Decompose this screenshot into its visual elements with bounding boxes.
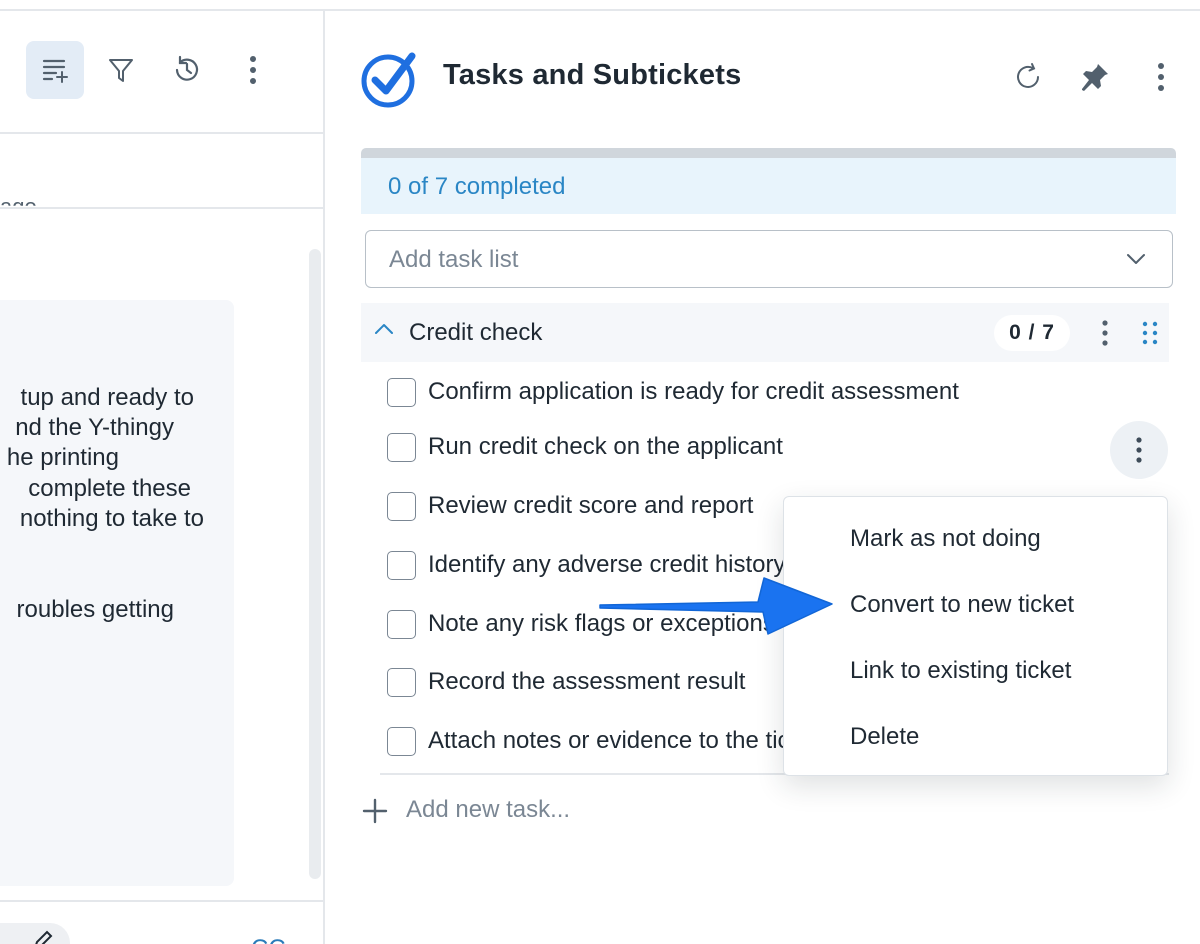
pin-button[interactable] (1075, 57, 1115, 97)
task-label: Note any risk flags or exceptions (428, 610, 775, 637)
task-group-count: 0 / 7 (994, 315, 1070, 351)
vertical-ellipsis-icon (250, 56, 256, 84)
task-checkbox[interactable] (387, 551, 416, 580)
message-line: nothing to take to (19, 505, 204, 532)
panel-title: Tasks and Subtickets (443, 59, 742, 91)
more-options-button[interactable] (224, 41, 282, 99)
task-label: Run credit check on the applicant (428, 433, 783, 460)
pencil-icon[interactable] (32, 929, 54, 944)
check-circle-logo-icon (361, 52, 416, 108)
task-checkbox[interactable] (387, 727, 416, 756)
footer-divider (0, 900, 323, 902)
task-context-menu: Mark as not doing Convert to new ticket … (783, 496, 1168, 776)
chevron-up-icon[interactable] (373, 321, 395, 337)
vertical-ellipsis-icon (1102, 320, 1108, 346)
task-checkbox[interactable] (387, 378, 416, 407)
add-task-list-placeholder: Add task list (389, 246, 519, 273)
task-checkbox[interactable] (387, 610, 416, 639)
list-sparkle-icon (42, 59, 68, 83)
message-line: he printing (6, 444, 119, 471)
message-body: tup and ready to nd the Y-thingy he prin… (0, 300, 234, 886)
vertical-ellipsis-icon (1158, 63, 1164, 91)
filter-button[interactable] (92, 41, 150, 99)
task-item[interactable]: Confirm application is ready for credit … (380, 373, 1180, 413)
message-line: roubles getting (16, 596, 174, 623)
task-group-header[interactable]: Credit check 0 / 7 (361, 303, 1169, 362)
add-new-task-placeholder: Add new task... (406, 796, 571, 823)
drag-handle-icon[interactable] (1139, 319, 1161, 347)
task-label: Attach notes or evidence to the ticket (428, 727, 822, 754)
assignee-chip-label: ra (0, 937, 14, 944)
toolbar-divider (0, 132, 323, 134)
ticket-conversation-panel: ago tup and ready to nd the Y-thingy he … (0, 11, 324, 944)
refresh-button[interactable] (1009, 57, 1049, 97)
progress-text: 0 of 7 completed (388, 173, 566, 200)
history-clock-icon (175, 55, 199, 81)
task-label: Identify any adverse credit history (428, 551, 786, 578)
task-item[interactable]: Run credit check on the applicant (380, 428, 1180, 468)
add-task-list-select[interactable]: Add task list (365, 230, 1173, 288)
message-line: tup and ready to (20, 384, 194, 411)
refresh-icon (1017, 63, 1039, 88)
pin-icon (1082, 64, 1108, 91)
chevron-down-icon (1127, 254, 1145, 264)
progress-bar (361, 148, 1176, 158)
funnel-icon (109, 59, 133, 82)
task-label: Record the assessment result (428, 668, 746, 695)
task-label: Review credit score and report (428, 492, 754, 519)
task-checkbox[interactable] (387, 433, 416, 462)
panel-more-button[interactable] (1141, 57, 1181, 97)
task-group-more-button[interactable] (1093, 317, 1117, 349)
panel-divider (323, 11, 325, 944)
task-more-button[interactable] (1110, 421, 1168, 479)
message-line: complete these (28, 475, 191, 502)
history-button[interactable] (158, 41, 216, 99)
cc-link[interactable]: CC (251, 935, 286, 944)
summary-button[interactable] (26, 41, 84, 99)
menu-item-link-existing-ticket[interactable]: Link to existing ticket (850, 657, 1071, 685)
scrollbar[interactable] (309, 249, 321, 879)
header-divider (0, 207, 323, 209)
task-group-title: Credit check (409, 319, 543, 346)
menu-item-convert-to-ticket[interactable]: Convert to new ticket (850, 591, 1074, 619)
plus-icon (362, 798, 388, 824)
task-checkbox[interactable] (387, 668, 416, 697)
menu-item-mark-not-doing[interactable]: Mark as not doing (850, 525, 1041, 553)
menu-item-delete[interactable]: Delete (850, 723, 919, 751)
vertical-ellipsis-icon (1136, 437, 1142, 463)
task-checkbox[interactable] (387, 492, 416, 521)
progress-banner: 0 of 7 completed (361, 158, 1176, 214)
message-line: nd the Y-thingy (15, 414, 174, 441)
task-label: Confirm application is ready for credit … (428, 378, 959, 405)
